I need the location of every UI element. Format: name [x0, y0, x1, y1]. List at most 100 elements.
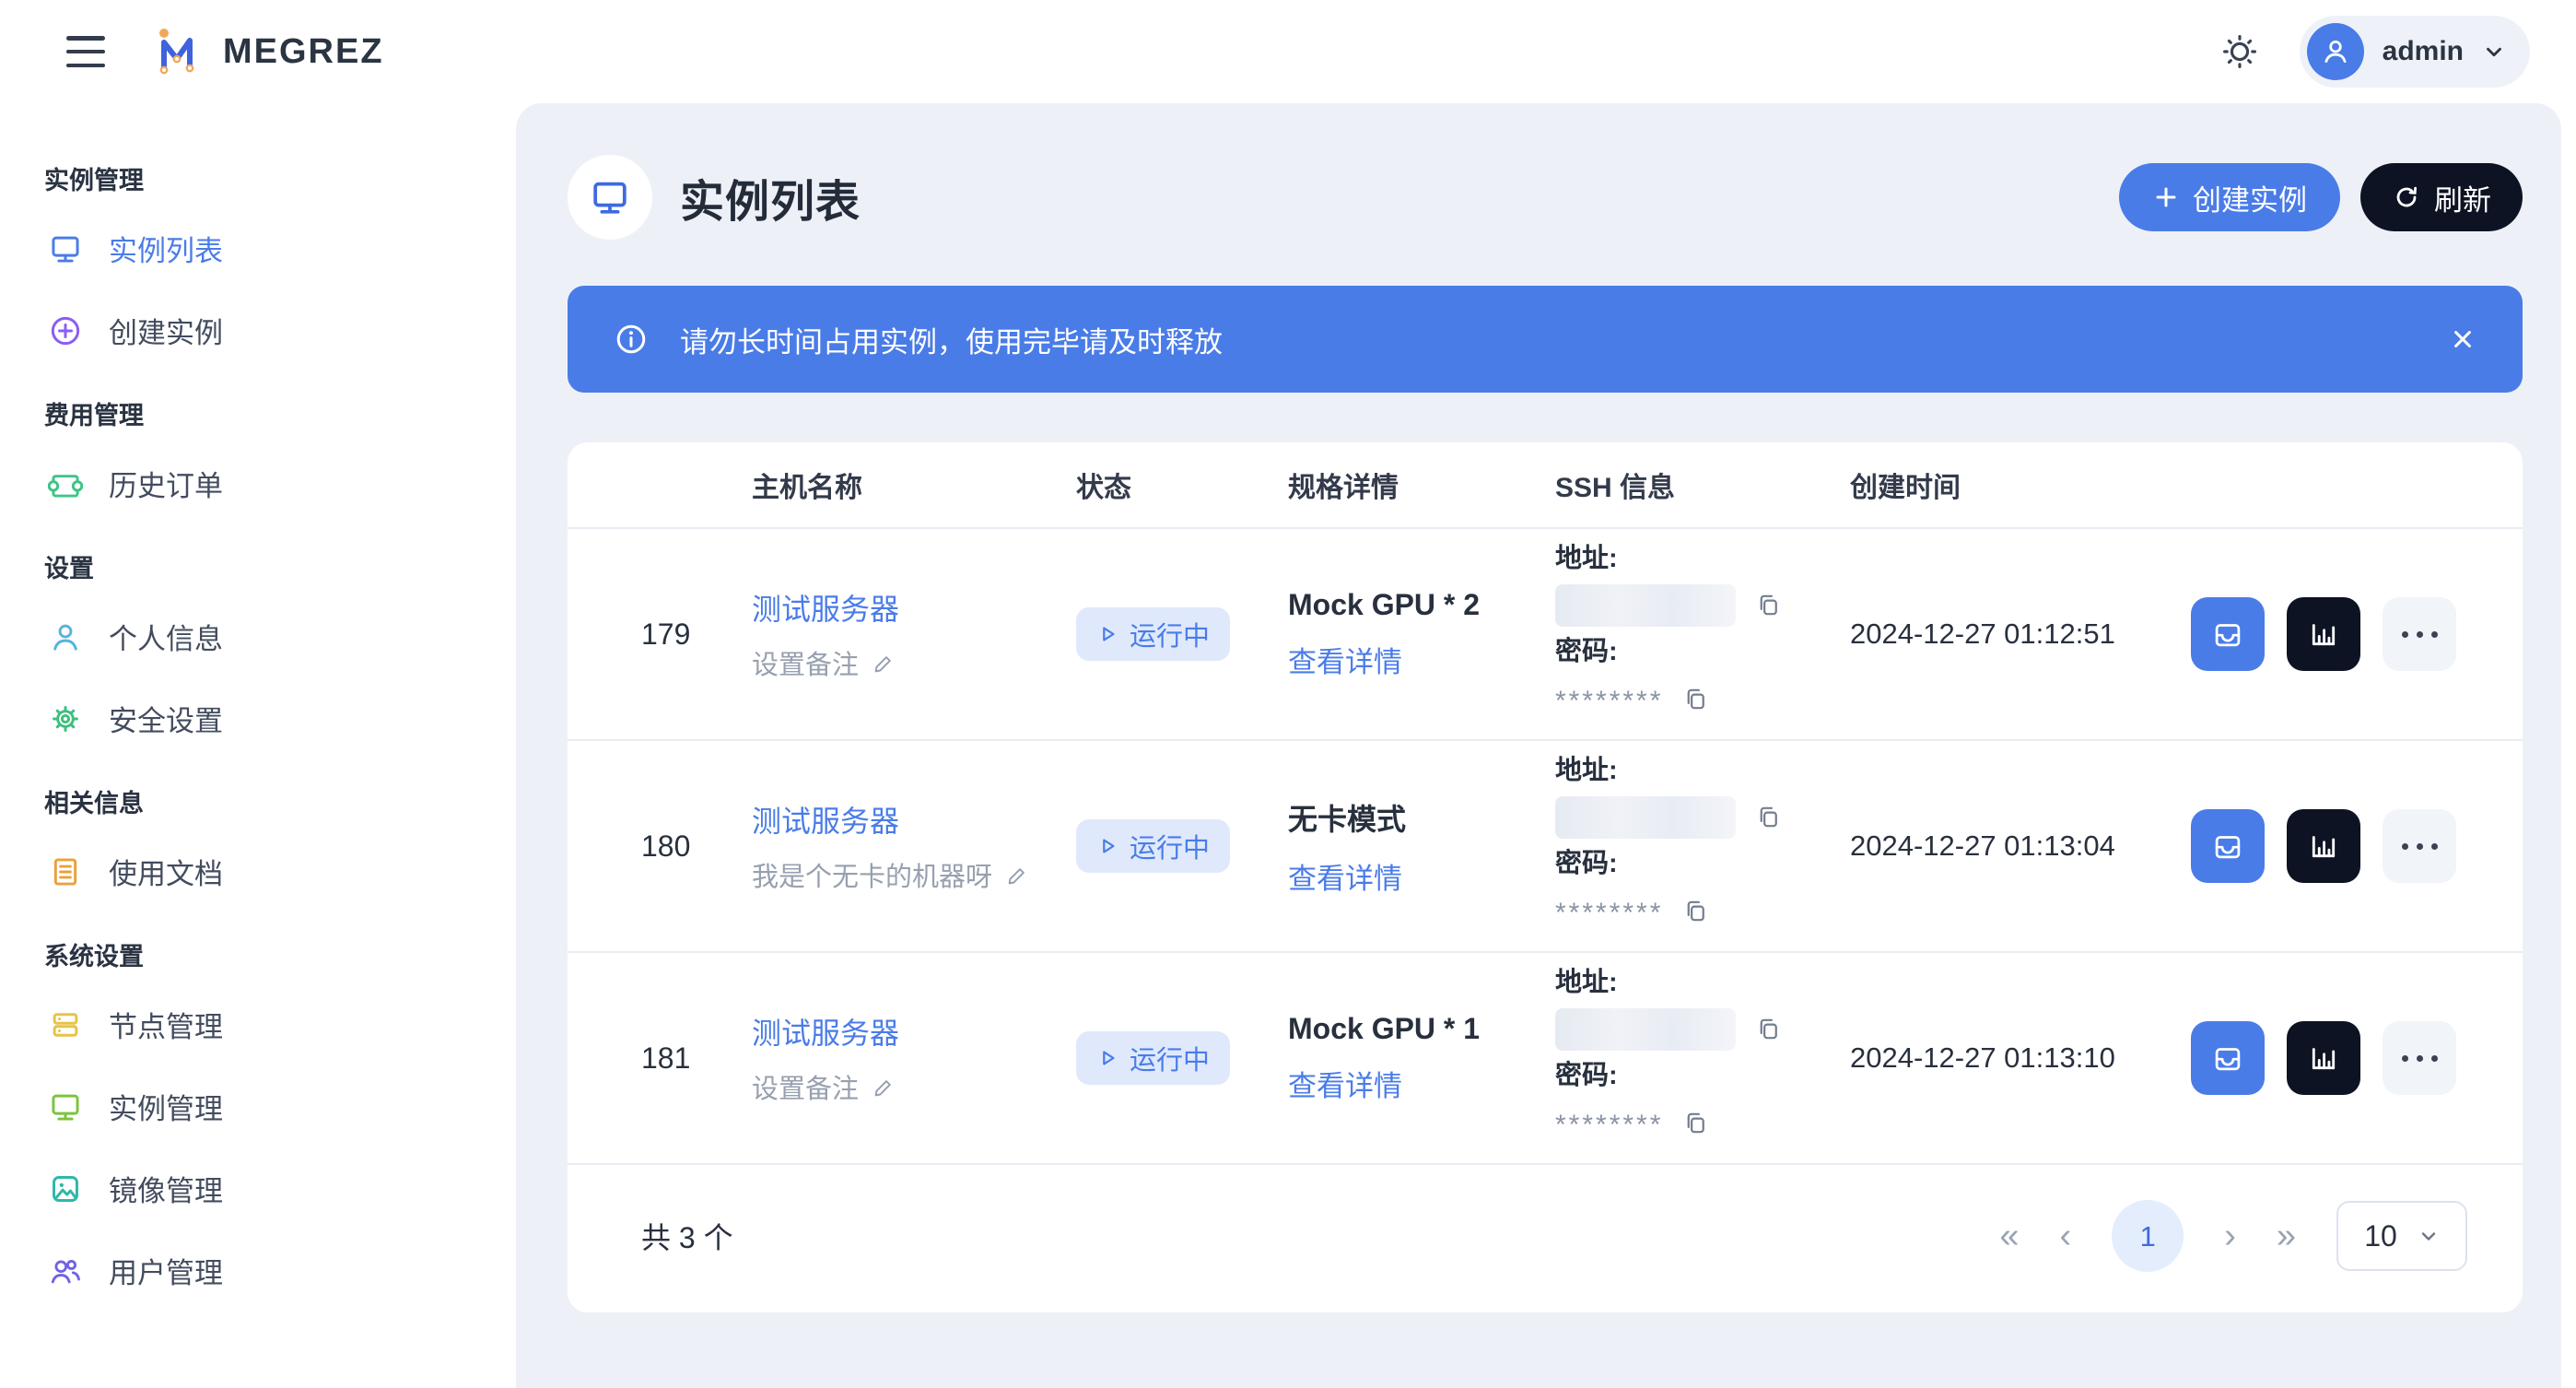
ssh-address-redacted: [1555, 584, 1736, 627]
ssh-address-redacted: [1555, 796, 1736, 839]
edit-note-icon[interactable]: [872, 651, 896, 676]
sidebar-item-order-history[interactable]: 历史订单: [44, 442, 498, 524]
bar-chart-icon: [2306, 617, 2341, 652]
status-badge: 运行中: [1076, 607, 1230, 661]
hostname-link[interactable]: 测试服务器: [752, 586, 1076, 629]
ellipsis-icon: [2402, 1055, 2438, 1062]
first-page-button[interactable]: «: [1999, 1218, 2019, 1253]
user-menu[interactable]: admin: [2300, 16, 2530, 88]
table-row: 179 测试服务器 设置备注 运行中 Mock GPU * 2 查看详情 地址:: [568, 529, 2523, 741]
image-icon: [48, 1171, 83, 1206]
sidebar-item-profile[interactable]: 个人信息: [44, 595, 498, 677]
megrez-logo-icon: [147, 22, 206, 81]
open-instance-button[interactable]: [2191, 809, 2265, 883]
view-detail-link[interactable]: 查看详情: [1288, 855, 1402, 897]
sidebar-item-image-mgmt[interactable]: 镜像管理: [44, 1147, 498, 1229]
col-created: 创建时间: [1850, 465, 2189, 505]
bar-chart-icon: [2306, 1041, 2341, 1076]
edit-note-icon[interactable]: [1005, 863, 1030, 888]
sidebar-item-security[interactable]: 安全设置: [44, 677, 498, 759]
instance-id: 179: [641, 618, 752, 652]
view-detail-link[interactable]: 查看详情: [1288, 639, 1402, 680]
prev-page-button[interactable]: ‹: [2060, 1218, 2072, 1253]
menu-icon[interactable]: [66, 36, 105, 67]
sidebar: 实例管理 实例列表 创建实例 费用管理 历史订单 设置 个人信息 安全设置 相关…: [0, 103, 516, 1388]
monitor-icon: [48, 1089, 83, 1124]
more-actions-button[interactable]: [2383, 597, 2456, 671]
view-detail-link[interactable]: 查看详情: [1288, 1063, 1402, 1104]
copy-password-icon[interactable]: [1681, 1109, 1710, 1137]
metrics-button[interactable]: [2287, 809, 2360, 883]
play-icon: [1096, 835, 1118, 857]
plus-circle-icon: [48, 313, 83, 348]
instance-table-card: 主机名称 状态 规格详情 SSH 信息 创建时间 179 测试服务器 设置备注 …: [568, 442, 2523, 1312]
open-instance-button[interactable]: [2191, 597, 2265, 671]
spec-name: Mock GPU * 2: [1288, 588, 1555, 622]
copy-password-icon[interactable]: [1681, 897, 1710, 925]
next-page-button[interactable]: ›: [2224, 1218, 2236, 1253]
col-ssh: SSH 信息: [1555, 465, 1850, 505]
refresh-button[interactable]: 刷新: [2360, 163, 2523, 231]
inbox-icon: [2210, 617, 2245, 652]
close-icon[interactable]: [2447, 323, 2478, 355]
chevron-down-icon: [2418, 1225, 2440, 1247]
metrics-button[interactable]: [2287, 1021, 2360, 1095]
copy-address-icon[interactable]: [1754, 591, 1783, 619]
sidebar-item-create-instance[interactable]: 创建实例: [44, 289, 498, 371]
ellipsis-icon: [2402, 843, 2438, 850]
more-actions-button[interactable]: [2383, 1021, 2456, 1095]
bar-chart-icon: [2306, 829, 2341, 864]
note-text: 设置备注: [752, 1067, 859, 1106]
page-size-select[interactable]: 10: [2336, 1201, 2467, 1271]
sidebar-item-instance-mgmt[interactable]: 实例管理: [44, 1065, 498, 1147]
plus-icon: [2152, 183, 2180, 211]
ssh-password-label: 密码:: [1555, 1058, 1850, 1094]
current-page-button[interactable]: 1: [2112, 1200, 2184, 1272]
status-badge: 运行中: [1076, 1031, 1230, 1085]
table-row: 180 测试服务器 我是个无卡的机器呀 运行中 无卡模式 查看详情 地址:: [568, 741, 2523, 953]
info-icon: [612, 320, 650, 359]
play-icon: [1096, 1047, 1118, 1069]
sidebar-item-instance-list[interactable]: 实例列表: [44, 207, 498, 289]
sidebar-item-user-mgmt[interactable]: 用户管理: [44, 1229, 498, 1312]
note-text: 我是个无卡的机器呀: [752, 855, 992, 894]
last-page-button[interactable]: »: [2277, 1218, 2296, 1253]
sidebar-item-node-mgmt[interactable]: 节点管理: [44, 983, 498, 1065]
created-time: 2024-12-27 01:13:10: [1850, 1041, 2189, 1075]
inbox-icon: [2210, 1041, 2245, 1076]
copy-password-icon[interactable]: [1681, 685, 1710, 713]
note-text: 设置备注: [752, 643, 859, 682]
user-avatar-icon: [2307, 23, 2364, 80]
total-count: 共 3 个: [641, 1215, 733, 1257]
create-instance-button[interactable]: 创建实例: [2119, 163, 2340, 231]
spec-name: 无卡模式: [1288, 796, 1555, 839]
gear-icon: [48, 701, 83, 736]
hostname-link[interactable]: 测试服务器: [752, 798, 1076, 841]
ssh-address-label: 地址:: [1555, 541, 1850, 577]
more-actions-button[interactable]: [2383, 809, 2456, 883]
pagination: « ‹ 1 › » 10: [1999, 1200, 2467, 1272]
sun-icon[interactable]: [2220, 32, 2259, 71]
metrics-button[interactable]: [2287, 597, 2360, 671]
ssh-address-label: 地址:: [1555, 965, 1850, 1001]
sidebar-item-docs[interactable]: 使用文档: [44, 830, 498, 912]
monitor-icon: [48, 231, 83, 266]
top-bar: MEGREZ admin: [0, 0, 2576, 103]
brand-name: MEGREZ: [223, 32, 384, 72]
password-mask: ********: [1555, 677, 1663, 721]
page-title-icon: [568, 155, 652, 240]
open-instance-button[interactable]: [2191, 1021, 2265, 1095]
user-name: admin: [2383, 36, 2464, 67]
copy-address-icon[interactable]: [1754, 803, 1783, 831]
sidebar-section-billing: 费用管理: [44, 395, 498, 431]
copy-address-icon[interactable]: [1754, 1015, 1783, 1043]
user-icon: [48, 619, 83, 654]
inbox-icon: [2210, 829, 2245, 864]
instance-id: 180: [641, 829, 752, 864]
hostname-link[interactable]: 测试服务器: [752, 1010, 1076, 1053]
banner-text: 请勿长时间占用实例，使用完毕请及时释放: [680, 319, 1223, 360]
ssh-address-label: 地址:: [1555, 753, 1850, 789]
main-panel: 实例列表 创建实例 刷新 请勿长时间占用实例，使用完毕请及时释放 主机名称 状态…: [516, 103, 2561, 1388]
edit-note-icon[interactable]: [872, 1075, 896, 1100]
users-icon: [48, 1253, 83, 1288]
